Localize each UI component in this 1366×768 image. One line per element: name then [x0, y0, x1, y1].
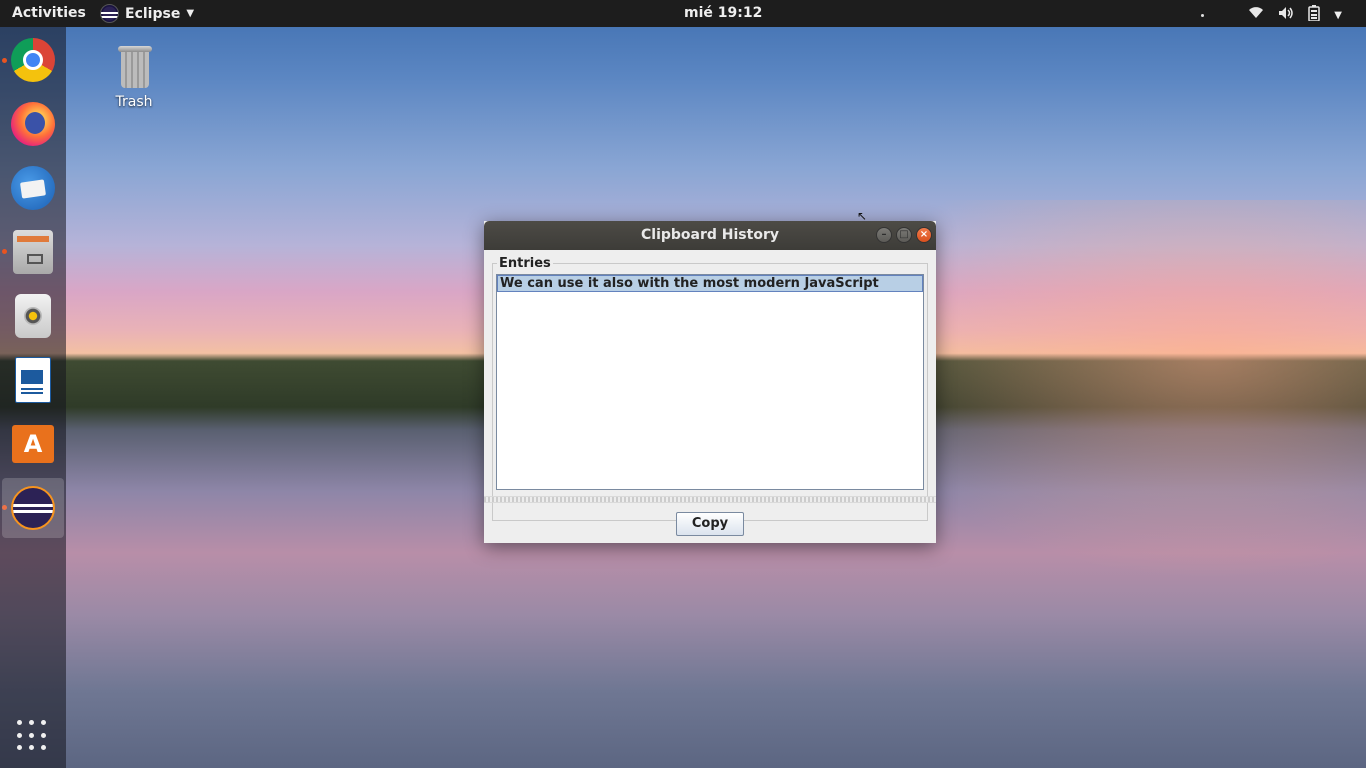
- grid-dot: [41, 720, 46, 725]
- clipboard-history-window: Clipboard History – □ × Entries We can u…: [484, 221, 936, 543]
- maximize-icon: □: [899, 229, 909, 240]
- activities-button[interactable]: Activities: [12, 5, 86, 21]
- dock-item-chrome[interactable]: [8, 35, 58, 85]
- app-menu-label: Eclipse: [125, 5, 181, 22]
- minimize-button[interactable]: –: [876, 227, 892, 243]
- chrome-icon: [11, 38, 55, 82]
- entries-group: Entries We can use it also with the most…: [492, 256, 928, 521]
- battery-icon: [1308, 5, 1321, 25]
- split-pane-divider[interactable]: [484, 496, 936, 503]
- eclipse-icon: [11, 486, 55, 530]
- status-menu[interactable]: ▼: [1201, 5, 1342, 25]
- dock-item-thunderbird[interactable]: [8, 163, 58, 213]
- grid-dot: [17, 745, 22, 751]
- window-content: Entries We can use it also with the most…: [484, 250, 936, 543]
- window-titlebar[interactable]: Clipboard History – □ ×: [484, 221, 936, 250]
- trash-icon: [118, 46, 152, 88]
- indicator-dot-icon: [1201, 13, 1205, 17]
- firefox-icon: [11, 102, 55, 146]
- minimize-icon: –: [881, 229, 887, 240]
- trash-label: Trash: [115, 94, 153, 110]
- store-icon: A: [12, 425, 54, 463]
- show-applications-button[interactable]: [17, 720, 49, 752]
- mouse-cursor-icon: ↖: [857, 209, 868, 223]
- clock[interactable]: mié 19:12: [684, 5, 762, 21]
- entries-label: Entries: [497, 256, 553, 271]
- close-icon: ×: [919, 229, 929, 240]
- dock-item-rhythmbox[interactable]: [8, 291, 58, 341]
- writer-icon: [15, 357, 51, 403]
- grid-dot: [41, 732, 46, 738]
- dock-item-writer[interactable]: [8, 355, 58, 405]
- grid-dot: [41, 745, 46, 751]
- eclipse-icon: [100, 4, 119, 23]
- dock-item-software[interactable]: A: [8, 419, 58, 469]
- thunderbird-icon: [11, 166, 55, 210]
- close-button[interactable]: ×: [916, 227, 932, 243]
- chevron-down-icon: ▼: [186, 8, 195, 19]
- app-menu[interactable]: Eclipse ▼: [100, 4, 194, 23]
- entries-list[interactable]: We can use it also with the most modern …: [496, 274, 924, 490]
- list-item[interactable]: We can use it also with the most modern …: [497, 275, 923, 292]
- desktop-trash[interactable]: Trash: [104, 46, 164, 110]
- top-bar: Activities Eclipse ▼ mié 19:12 ▼: [0, 0, 1366, 27]
- grid-dot: [29, 720, 34, 725]
- files-icon: [13, 230, 53, 274]
- grid-dot: [29, 732, 34, 738]
- grid-dot: [29, 745, 34, 751]
- grid-dot: [17, 732, 22, 738]
- chevron-down-icon: ▼: [1334, 9, 1342, 21]
- dock-item-files[interactable]: [8, 227, 58, 277]
- volume-icon: [1278, 6, 1294, 24]
- rhythmbox-icon: [15, 294, 51, 338]
- window-title: Clipboard History: [641, 227, 779, 243]
- copy-button[interactable]: Copy: [676, 512, 744, 536]
- grid-dot: [17, 720, 22, 725]
- window-controls: – □ ×: [876, 227, 932, 243]
- running-indicator: [2, 249, 7, 254]
- dock: A: [0, 27, 66, 768]
- dock-item-firefox[interactable]: [8, 99, 58, 149]
- running-indicator: [2, 58, 7, 63]
- dock-item-eclipse[interactable]: [2, 478, 64, 538]
- wifi-icon: [1248, 6, 1264, 24]
- maximize-button[interactable]: □: [896, 227, 912, 243]
